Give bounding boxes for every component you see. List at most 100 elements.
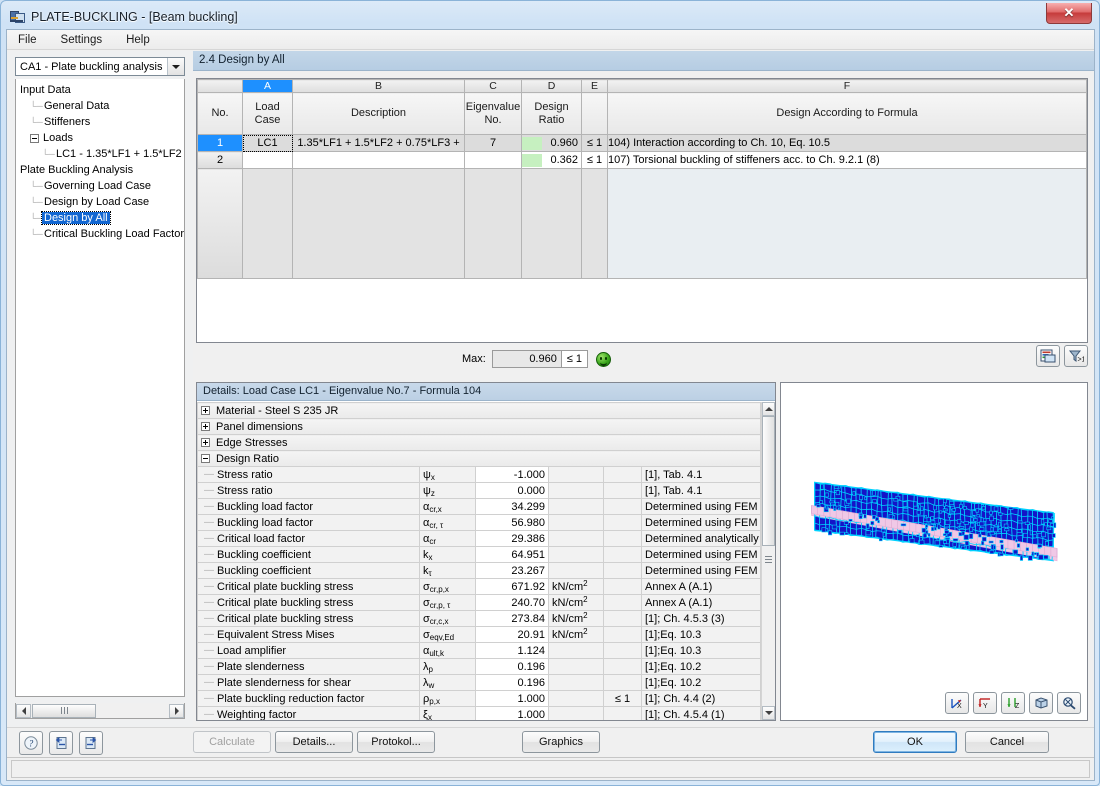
details-group-cell[interactable]: Design Ratio <box>198 451 761 467</box>
analysis-case-dropdown[interactable]: CA1 - Plate buckling analysis <box>15 57 185 76</box>
details-row[interactable]: — Critical plate buckling stress σcr,p,x 67… <box>198 579 761 595</box>
details-row[interactable]: — Buckling coefficient kx 64.951 Determined … <box>198 547 761 563</box>
sidebar-item-critical-buckling-load-factors[interactable]: └─ Critical Buckling Load Factors <box>18 226 184 242</box>
view-isometric-icon[interactable] <box>1029 692 1053 714</box>
col-letter-f[interactable]: F <box>608 80 1087 93</box>
filter-icon[interactable]: >1 <box>1064 345 1088 367</box>
details-group-row[interactable]: Edge Stresses <box>198 435 761 451</box>
sidebar-item-input-data[interactable]: Input Data <box>18 82 184 98</box>
scroll-track-vertical[interactable] <box>762 416 775 706</box>
protokol-button[interactable]: Protokol... <box>357 731 435 753</box>
menu-item-settings[interactable]: Settings <box>58 33 106 47</box>
details-button[interactable]: Details... <box>275 731 353 753</box>
chevron-down-icon[interactable] <box>167 58 184 75</box>
tree-connector-icon: — <box>201 501 217 512</box>
details-row[interactable]: — Plate slenderness λp 0.196 [1];Eq. 10.2 <box>198 659 761 675</box>
sidebar-item-design-by-all[interactable]: └─ Design by All <box>18 210 184 226</box>
design-results-grid[interactable]: A B C D E F No. Load Case Description Ei… <box>196 78 1088 343</box>
graphics-viewport[interactable]: X Y Z <box>780 382 1088 721</box>
details-group-row[interactable]: Material - Steel S 235 JR <box>198 403 761 419</box>
details-row[interactable]: — Buckling coefficient kτ 23.267 Determined … <box>198 563 761 579</box>
scroll-right-icon[interactable] <box>169 704 184 718</box>
col-letter-e[interactable]: E <box>582 80 608 93</box>
cancel-button[interactable]: Cancel <box>965 731 1049 753</box>
sidebar-item-design-by-load-case[interactable]: └─ Design by Load Case <box>18 194 184 210</box>
details-row[interactable]: — Buckling load factor αcr,x 34.299 Determin… <box>198 499 761 515</box>
previous-module-icon[interactable] <box>49 731 73 755</box>
col-letter-b[interactable]: B <box>293 80 465 93</box>
collapse-icon[interactable] <box>30 134 39 143</box>
details-body[interactable]: Material - Steel S 235 JR Panel dimension… <box>197 402 761 720</box>
cell-load-case[interactable] <box>243 152 293 169</box>
cell-eigenvalue[interactable]: 7 <box>465 135 522 152</box>
details-row-reference: Determined using FEM <box>642 499 761 515</box>
sidebar-item-stiffeners[interactable]: └─ Stiffeners <box>18 114 184 130</box>
details-row-label-text: Equivalent Stress Mises <box>217 629 334 641</box>
details-group-row[interactable]: Panel dimensions <box>198 419 761 435</box>
graphics-button[interactable]: Graphics <box>522 731 600 753</box>
col-letter-d[interactable]: D <box>522 80 582 93</box>
cell-design-ratio[interactable]: 0.960 <box>522 135 582 152</box>
details-row[interactable]: — Critical plate buckling stress σcr,c,x 27… <box>198 611 761 627</box>
sidebar-item-loads[interactable]: Loads <box>18 130 184 146</box>
collapse-icon[interactable] <box>201 454 210 463</box>
scroll-thumb[interactable] <box>32 704 96 718</box>
expand-icon[interactable] <box>201 422 210 431</box>
cell-formula[interactable]: 107) Torsional buckling of stiffeners ac… <box>608 152 1087 169</box>
col-letter-a[interactable]: A <box>243 80 293 93</box>
close-icon[interactable]: ✕ <box>1046 3 1092 24</box>
col-letter-c[interactable]: C <box>465 80 522 93</box>
zoom-reset-icon[interactable] <box>1057 692 1081 714</box>
menu-item-file[interactable]: File <box>15 33 40 47</box>
scroll-thumb-vertical[interactable] <box>762 416 775 546</box>
sidebar-item-lc1-1-35-lf1-1-5-lf2[interactable]: └─ LC1 - 1.35*LF1 + 1.5*LF2 + <box>18 146 184 162</box>
sidebar-item-governing-load-case[interactable]: └─ Governing Load Case <box>18 178 184 194</box>
details-row[interactable]: — Buckling load factor αcr, τ 56.980 Determi… <box>198 515 761 531</box>
details-group-label: Design Ratio <box>216 453 279 465</box>
cell-description[interactable]: 1.35*LF1 + 1.5*LF2 + 0.75*LF3 + <box>293 135 465 152</box>
details-row[interactable]: — Weighting factor ξx 1.000 [1]; Ch. 4.5.4 (… <box>198 707 761 721</box>
ok-button[interactable]: OK <box>873 731 957 753</box>
view-y-axis-icon[interactable]: Y <box>973 692 997 714</box>
details-row[interactable]: — Stress ratio ψx -1.000 [1], Tab. 4.1 <box>198 467 761 483</box>
nav-horizontal-scrollbar[interactable] <box>15 703 185 719</box>
details-group-cell[interactable]: Material - Steel S 235 JR <box>198 403 761 419</box>
expand-icon[interactable] <box>201 438 210 447</box>
details-row[interactable]: — Equivalent Stress Mises σeqv,Ed 20.91 kN/c… <box>198 627 761 643</box>
details-row[interactable]: — Plate buckling reduction factor ρp,x 1.00… <box>198 691 761 707</box>
calculate-button[interactable]: Calculate <box>193 731 271 753</box>
details-group-cell[interactable]: Edge Stresses <box>198 435 761 451</box>
expand-icon[interactable] <box>201 406 210 415</box>
row-number[interactable]: 1 <box>198 135 243 152</box>
scroll-left-icon[interactable] <box>16 704 31 718</box>
details-row-symbol: λp <box>420 659 476 675</box>
details-row[interactable]: — Critical plate buckling stress σcr,p, τ2… <box>198 595 761 611</box>
menu-item-help[interactable]: Help <box>123 33 153 47</box>
details-vertical-scrollbar[interactable] <box>761 402 775 720</box>
cell-load-case[interactable]: LC1 <box>243 135 293 152</box>
cell-description[interactable] <box>293 152 465 169</box>
navigation-tree[interactable]: Input Data └─ General Data └─ Stiffeners Load… <box>15 79 185 697</box>
next-module-icon[interactable] <box>79 731 103 755</box>
scroll-up-icon[interactable] <box>762 402 775 416</box>
details-group-row[interactable]: Design Ratio <box>198 451 761 467</box>
cell-eigenvalue[interactable] <box>465 152 522 169</box>
sidebar-item-plate-buckling-analysis[interactable]: Plate Buckling Analysis <box>18 162 184 178</box>
details-row[interactable]: — Load amplifier αult,k 1.124 [1];Eq. 10.3 <box>198 643 761 659</box>
sidebar-item-general-data[interactable]: └─ General Data <box>18 98 184 114</box>
details-row-unit <box>549 467 604 483</box>
table-row[interactable]: 1 LC1 1.35*LF1 + 1.5*LF2 + 0.75*LF3 +7 0.96… <box>198 135 1087 152</box>
scroll-down-icon[interactable] <box>762 706 775 720</box>
help-icon[interactable]: ? <box>19 731 43 755</box>
details-row[interactable]: — Plate slenderness for shear λw 0.196 [1];E… <box>198 675 761 691</box>
view-z-axis-icon[interactable]: Z <box>1001 692 1025 714</box>
table-settings-icon[interactable] <box>1036 345 1060 367</box>
details-row[interactable]: — Critical load factor αcr 29.386 Determined… <box>198 531 761 547</box>
details-row[interactable]: — Stress ratio ψz 0.000 [1], Tab. 4.1 <box>198 483 761 499</box>
details-group-cell[interactable]: Panel dimensions <box>198 419 761 435</box>
cell-design-ratio[interactable]: 0.362 <box>522 152 582 169</box>
view-x-axis-icon[interactable]: X <box>945 692 969 714</box>
cell-formula[interactable]: 104) Interaction according to Ch. 10, Eq… <box>608 135 1087 152</box>
table-row[interactable]: 2 0.362 ≤ 1 107) Torsional buckling of stif… <box>198 152 1087 169</box>
row-number[interactable]: 2 <box>198 152 243 169</box>
